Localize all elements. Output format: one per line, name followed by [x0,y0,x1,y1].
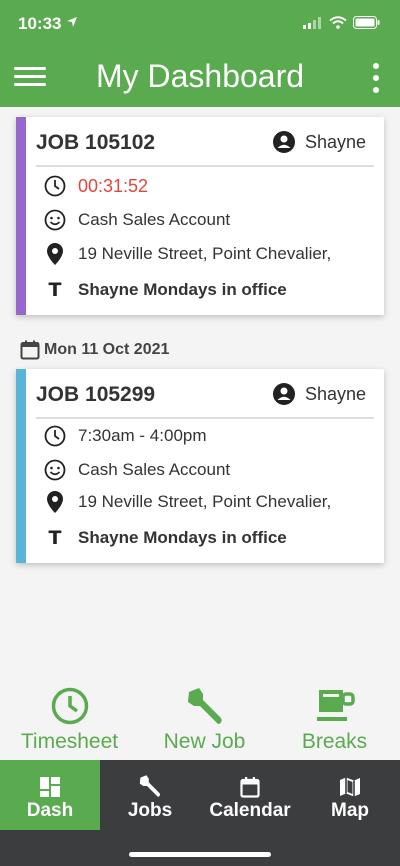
smiley-icon [40,209,70,231]
battery-icon [353,16,380,34]
smiley-icon [40,459,70,481]
bottom-nav: Dash Jobs Calendar Map [0,760,400,866]
job-time-row: 00:31:52 [40,172,376,200]
app-header: 10:33 My Dashboard [0,0,400,107]
job-card-header: JOB 105102 Shayne [36,127,374,167]
wrench-icon [138,686,271,726]
job-note: Shayne Mondays in office [78,280,287,299]
job-note-row: T Shayne Mondays in office [40,524,376,552]
date-group-label: Mon 11 Oct 2021 [20,340,169,360]
new-job-button[interactable]: New Job [138,686,271,754]
job-note-row: T Shayne Mondays in office [40,276,376,304]
clock-icon [40,425,70,447]
status-time: 10:33 [18,14,62,33]
tab-dash-label: Dash [26,800,74,821]
user-circle-icon [272,383,295,405]
job-accent-bar [16,117,26,315]
job-accent-bar [16,369,26,563]
wifi-icon [329,16,347,34]
tab-calendar-label: Calendar [209,800,291,821]
timesheet-label: Timesheet [20,730,119,753]
job-card-header: JOB 105299 Shayne [36,379,374,419]
job-number: JOB 105299 [36,383,156,406]
job-note: Shayne Mondays in office [78,528,287,547]
assignee-name: Shayne [304,383,366,404]
job-assignee: Shayne [272,383,366,405]
job-account-row: Cash Sales Account [40,456,376,484]
job-timer: 00:31:52 [78,175,149,196]
job-address: 19 Neville Street, Point Chevalier, [78,492,332,511]
clock-icon [40,175,70,197]
date-group-text: Mon 11 Oct 2021 [44,341,170,358]
job-account: Cash Sales Account [78,210,231,229]
job-account-row: Cash Sales Account [40,206,376,234]
calendar-icon [20,340,40,360]
tab-map[interactable]: Map [300,760,400,830]
wrench-icon [100,760,200,798]
breaks-button[interactable]: Breaks [268,686,400,754]
job-time-range: 7:30am - 4:00pm [78,426,207,445]
status-indicators [303,16,380,34]
job-address: 19 Neville Street, Point Chevalier, [78,244,332,263]
location-arrow-icon [66,15,78,33]
job-assignee: Shayne [272,131,366,153]
status-bar: 10:33 [0,0,400,50]
new-job-label: New Job [163,730,246,753]
job-time-row: 7:30am - 4:00pm [40,422,376,450]
tab-jobs[interactable]: Jobs [100,760,200,830]
job-address-row[interactable]: 19 Neville Street, Point Chevalier, [40,488,376,516]
tab-map-label: Map [331,800,369,821]
tab-jobs-label: Jobs [127,800,173,821]
job-card[interactable]: JOB 105102 Shayne 00:31:52 Cash Sales Ac… [16,117,384,315]
clock-icon [3,686,136,726]
map-icon [300,760,400,798]
job-card[interactable]: JOB 105299 Shayne 7:30am - 4:00pm Cash S… [16,369,384,563]
page-title: My Dashboard [95,58,305,94]
tab-calendar[interactable]: Calendar [200,760,300,830]
signal-icon [303,16,323,34]
breaks-label: Breaks [301,730,368,753]
timesheet-button[interactable]: Timesheet [3,686,136,754]
calendar-icon [200,760,300,798]
job-account: Cash Sales Account [78,460,231,479]
tab-dash[interactable]: Dash [0,760,100,830]
location-pin-icon [40,243,70,265]
dashboard-icon [0,760,100,798]
home-indicator [129,852,271,857]
cup-icon [268,686,400,726]
more-options-icon[interactable] [368,63,384,93]
job-number: JOB 105102 [36,131,156,154]
text-icon: T [48,527,62,549]
assignee-name: Shayne [304,131,366,152]
location-pin-icon [40,491,70,513]
text-icon: T [48,279,62,301]
job-address-row[interactable]: 19 Neville Street, Point Chevalier, [40,240,376,268]
user-circle-icon [272,131,295,153]
